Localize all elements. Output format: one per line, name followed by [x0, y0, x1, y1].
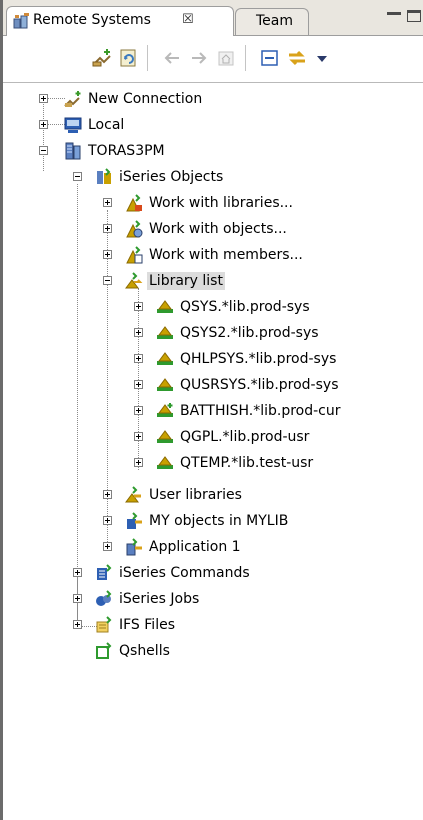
collapse-icon[interactable] — [103, 276, 112, 285]
expand-icon[interactable] — [73, 594, 82, 603]
tree-item-label: QGPL.*lib.prod-usr — [180, 429, 310, 445]
library-icon — [156, 376, 174, 394]
tree-item-label: iSeries Jobs — [119, 591, 200, 607]
library-icon — [156, 454, 174, 472]
expand-icon[interactable] — [103, 542, 112, 551]
expand-icon[interactable] — [103, 490, 112, 499]
close-icon[interactable]: ☒ — [182, 12, 194, 27]
user-libraries-icon — [125, 486, 143, 504]
expand-icon[interactable] — [134, 380, 143, 389]
tree-item-label: Local — [88, 117, 125, 133]
tab-remote-systems[interactable]: Remote Systems ☒ — [6, 6, 234, 36]
expand-icon[interactable] — [134, 354, 143, 363]
tab-team[interactable]: Team — [235, 8, 309, 35]
back-icon[interactable] — [161, 47, 183, 69]
expand-icon[interactable] — [73, 568, 82, 577]
view-menu-icon[interactable] — [311, 47, 333, 69]
tree-item-label: iSeries Commands — [119, 565, 250, 581]
remote-systems-view: Remote Systems ☒ Team New Connection Loc… — [0, 0, 423, 820]
tree-item-label: Work with libraries... — [149, 195, 293, 211]
expand-icon[interactable] — [39, 120, 48, 129]
tree-item-label: QUSRSYS.*lib.prod-sys — [180, 377, 339, 393]
tree-item-label: Library list — [147, 272, 225, 290]
expand-icon[interactable] — [103, 198, 112, 207]
collapse-all-icon[interactable] — [259, 47, 281, 69]
work-objects-icon — [125, 220, 143, 238]
new-connection-icon — [64, 90, 82, 108]
tree-item-label: New Connection — [88, 91, 203, 107]
tree-item-label: iSeries Objects — [119, 169, 224, 185]
library-icon — [156, 350, 174, 368]
view-tab-bar: Remote Systems ☒ Team — [3, 0, 423, 36]
expand-icon[interactable] — [134, 432, 143, 441]
tab-team-label: Team — [256, 13, 294, 29]
tree-item-label: BATTHISH.*lib.prod-cur — [180, 403, 341, 419]
tree-item-label: QHLPSYS.*lib.prod-sys — [180, 351, 337, 367]
expand-icon[interactable] — [134, 302, 143, 311]
qshells-icon — [95, 642, 113, 660]
home-icon[interactable] — [215, 47, 237, 69]
remote-systems-icon — [13, 12, 31, 30]
expand-icon[interactable] — [134, 328, 143, 337]
work-libraries-icon — [125, 194, 143, 212]
expand-icon[interactable] — [134, 458, 143, 467]
work-members-icon — [125, 246, 143, 264]
iseries-objects-icon — [95, 168, 113, 186]
expand-icon[interactable] — [103, 516, 112, 525]
library-list-icon — [125, 272, 143, 290]
expand-icon[interactable] — [103, 224, 112, 233]
expand-icon[interactable] — [134, 406, 143, 415]
tree-item-label: MY objects in MYLIB — [149, 513, 289, 529]
link-with-editor-icon[interactable] — [286, 47, 308, 69]
server-icon — [64, 142, 82, 160]
tree-item-label: Work with objects... — [149, 221, 287, 237]
expand-icon[interactable] — [39, 94, 48, 103]
maximize-icon[interactable] — [407, 10, 421, 22]
library-icon — [156, 428, 174, 446]
object-filter-icon — [125, 512, 143, 530]
current-library-icon — [156, 402, 174, 420]
tree-item-label: User libraries — [149, 487, 242, 503]
collapse-icon[interactable] — [73, 172, 82, 181]
tab-remote-systems-label: Remote Systems — [33, 12, 151, 28]
minimize-icon[interactable] — [387, 12, 401, 18]
application-filter-icon — [125, 538, 143, 556]
tree-item-label: QSYS2.*lib.prod-sys — [180, 325, 319, 341]
tree-item-label: Application 1 — [149, 539, 241, 555]
tree-item-label: Qshells — [119, 643, 170, 659]
new-connection-icon[interactable] — [91, 47, 113, 69]
refresh-icon[interactable] — [118, 47, 140, 69]
ifs-files-icon — [95, 616, 113, 634]
tree-item-label: QSYS.*lib.prod-sys — [180, 299, 310, 315]
view-toolbar — [3, 37, 423, 83]
collapse-icon[interactable] — [39, 146, 48, 155]
library-icon — [156, 298, 174, 316]
forward-icon[interactable] — [188, 47, 210, 69]
tree-item-label: TORAS3PM — [88, 143, 165, 159]
expand-icon[interactable] — [103, 250, 112, 259]
monitor-icon — [64, 116, 82, 134]
expand-icon[interactable] — [73, 620, 82, 629]
tree-item-label: Work with members... — [149, 247, 303, 263]
iseries-jobs-icon — [95, 590, 113, 608]
remote-systems-tree: New Connection Local TORAS3PM iSeries Ob… — [3, 84, 423, 820]
library-icon — [156, 324, 174, 342]
tree-item-label: QTEMP.*lib.test-usr — [180, 455, 314, 471]
iseries-commands-icon — [95, 564, 113, 582]
tree-item-label: IFS Files — [119, 617, 175, 633]
